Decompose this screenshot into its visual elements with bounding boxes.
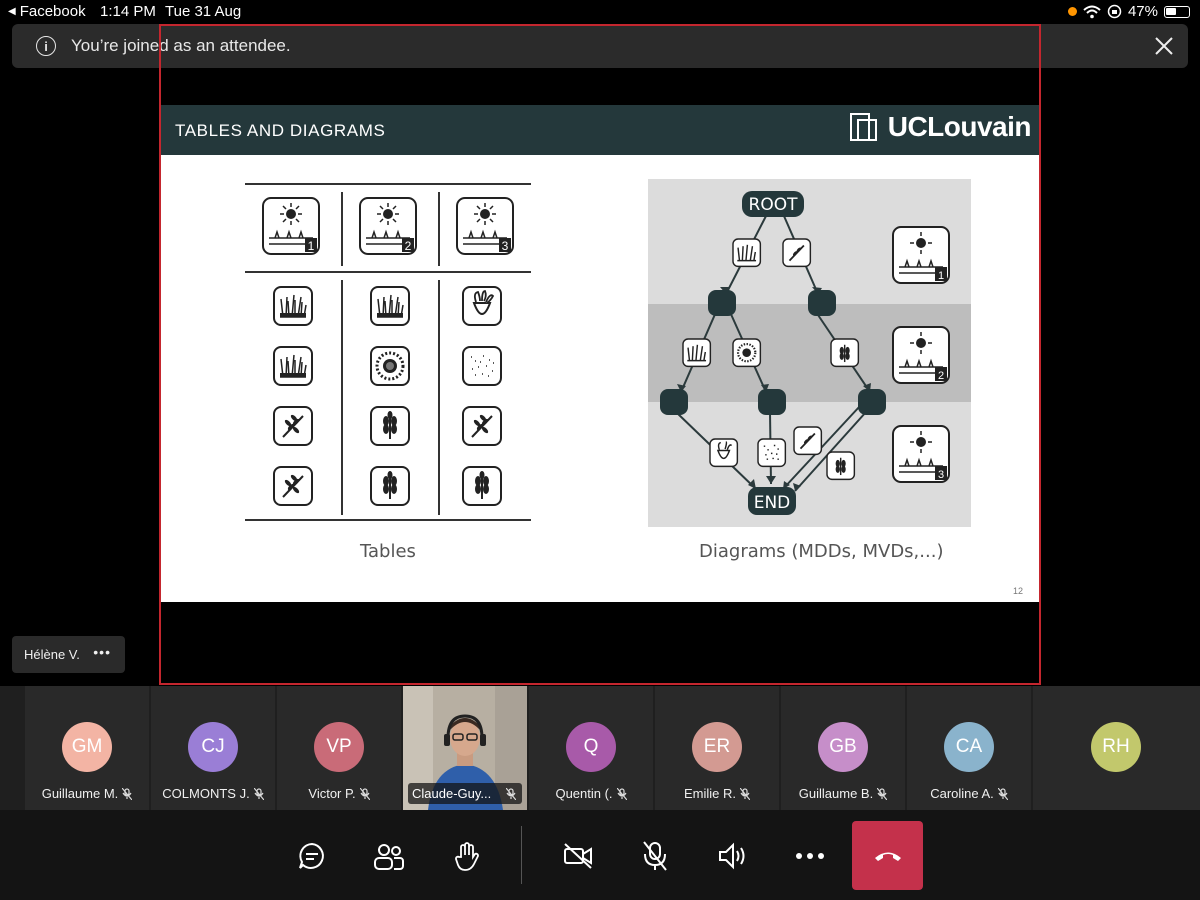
participant-name: Claude-Guy...	[412, 786, 492, 801]
back-to-app-link[interactable]: ◀ Facebook	[8, 3, 86, 20]
diagram-root-label: ROOT	[749, 195, 799, 215]
meeting-controls	[0, 810, 1200, 900]
participant-name: Guillaume B.	[798, 786, 874, 801]
logo-mark-icon	[849, 113, 877, 141]
participant-tile[interactable]: Q Quentin (.	[529, 686, 653, 810]
slide-page-number: 12	[1012, 586, 1023, 596]
close-banner-button[interactable]	[1150, 32, 1178, 60]
hang-up-button[interactable]	[852, 821, 923, 890]
presenter-name-tag[interactable]: Hélène V. •••	[12, 636, 125, 673]
participant-name-row: Emilie R.	[655, 786, 779, 801]
mic-muted-icon	[122, 787, 133, 800]
raise-hand-button[interactable]	[445, 834, 489, 878]
diagram-end-label: END	[754, 493, 791, 513]
avatar: VP	[314, 722, 364, 772]
mic-muted-icon	[506, 787, 516, 800]
status-right-group: 47%	[1067, 3, 1190, 20]
participant-name: Victor P.	[308, 786, 356, 801]
hangup-icon	[874, 852, 901, 861]
shared-slide: TABLES AND DIAGRAMS UCLouvain 1 2 3 Tabl…	[161, 105, 1039, 602]
speaker-button[interactable]	[710, 834, 754, 878]
close-icon	[1155, 37, 1173, 55]
table-header-label-1: 1	[308, 239, 315, 253]
participant-name: COLMONTS J.	[162, 786, 250, 801]
participant-tile[interactable]: GM Guillaume M.	[25, 686, 149, 810]
avatar: Q	[566, 722, 616, 772]
presenter-more-icon[interactable]: •••	[93, 644, 111, 660]
tables-illustration: 1 2 3	[245, 183, 531, 521]
participant-name-row: COLMONTS J.	[151, 786, 275, 801]
mic-off-icon	[643, 841, 667, 871]
slide-header: TABLES AND DIAGRAMS UCLouvain	[161, 105, 1039, 155]
scenario-label-2: 2	[938, 370, 944, 382]
participant-name-row: Caroline A.	[907, 786, 1031, 801]
mic-muted-icon	[359, 787, 370, 800]
table-header-label-3: 3	[502, 239, 509, 253]
more-icon	[796, 853, 824, 859]
presenter-name: Hélène V.	[24, 647, 80, 662]
participant-name-row: Victor P.	[277, 786, 401, 801]
participant-tile[interactable]: ER Emilie R.	[655, 686, 779, 810]
camera-toggle-button[interactable]	[556, 834, 600, 878]
participant-tile[interactable]: GB Guillaume B.	[781, 686, 905, 810]
mic-toggle-button[interactable]	[633, 834, 677, 878]
chat-icon	[299, 842, 324, 869]
scenario-label-1: 1	[938, 270, 944, 282]
mic-in-use-dot-icon	[1067, 7, 1077, 16]
speaker-icon	[719, 842, 745, 870]
table-header-label-2: 2	[405, 239, 412, 253]
participant-name: Quentin (.	[555, 786, 613, 801]
orientation-lock-icon	[1107, 4, 1122, 19]
tables-caption: Tables	[360, 541, 416, 562]
hand-icon	[455, 842, 479, 871]
people-button[interactable]	[367, 834, 411, 878]
participant-strip: GM Guillaume M. CJ COLMONTS J. VP Victor…	[0, 686, 1200, 810]
diagrams-caption: Diagrams (MDDs, MVDs,...)	[699, 541, 944, 562]
mic-muted-icon	[997, 787, 1008, 800]
slide-title: TABLES AND DIAGRAMS	[175, 121, 386, 140]
mic-muted-icon	[740, 787, 750, 800]
participant-name-row: Guillaume M.	[25, 786, 149, 801]
camera-off-icon	[564, 843, 592, 869]
status-time: 1:14 PM	[100, 3, 156, 20]
chat-button[interactable]	[290, 834, 334, 878]
logo-text: UCLouvain	[887, 111, 1032, 142]
mic-muted-icon	[877, 787, 888, 800]
participant-tile[interactable]: CA Caroline A.	[907, 686, 1031, 810]
participant-name-row: Claude-Guy...	[408, 783, 522, 804]
diagram-illustration: ROOT END 1 2 3	[648, 179, 971, 527]
participant-video-tile[interactable]: Claude-Guy...	[403, 686, 527, 810]
avatar: CA	[944, 722, 994, 772]
status-date: Tue 31 Aug	[165, 3, 242, 20]
controls-divider	[521, 826, 522, 884]
participant-tile[interactable]: RH	[1033, 686, 1200, 810]
scenario-label-3: 3	[938, 469, 944, 481]
participant-tile[interactable]: VP Victor P.	[277, 686, 401, 810]
participant-name: Caroline A.	[930, 786, 994, 801]
wifi-icon	[1083, 5, 1101, 18]
uclouvain-logo: UCLouvain	[849, 111, 1032, 143]
avatar: GM	[62, 722, 112, 772]
participant-name-row: Guillaume B.	[781, 786, 905, 801]
avatar: ER	[692, 722, 742, 772]
people-icon	[374, 844, 404, 870]
more-options-button[interactable]	[788, 834, 832, 878]
battery-icon	[1164, 5, 1190, 18]
participant-name-row: Quentin (.	[529, 786, 653, 801]
mic-muted-icon	[616, 787, 627, 800]
avatar: GB	[818, 722, 868, 772]
participant-name: Emilie R.	[683, 786, 736, 801]
avatar: CJ	[188, 722, 238, 772]
participant-name: Guillaume M.	[41, 786, 119, 801]
mic-muted-icon	[253, 787, 264, 800]
back-app-label: Facebook	[19, 3, 86, 20]
participant-tile[interactable]: CJ COLMONTS J.	[151, 686, 275, 810]
status-bar: ◀ Facebook 1:14 PM Tue 31 Aug 47%	[0, 0, 1200, 24]
info-icon: i	[36, 36, 56, 56]
back-triangle-icon: ◀	[8, 6, 16, 17]
battery-percent: 47%	[1127, 3, 1158, 20]
avatar: RH	[1091, 722, 1141, 772]
